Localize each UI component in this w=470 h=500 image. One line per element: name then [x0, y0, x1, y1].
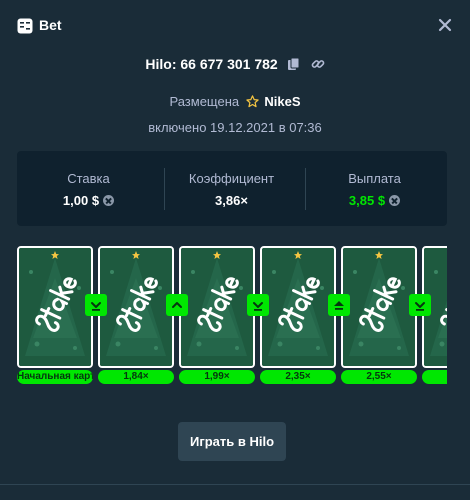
bet-id-row: Hilo: 66 677 301 782	[0, 55, 470, 75]
copy-icon[interactable]	[287, 57, 301, 71]
start-card-label: Начальная карта	[17, 370, 93, 384]
stake-logo-card-art	[343, 248, 415, 366]
multiplier-label: Коэффициент	[188, 171, 275, 186]
card-multiplier: 2,35×	[260, 370, 336, 384]
divider	[0, 484, 470, 485]
star-icon	[246, 95, 259, 108]
card-back	[98, 246, 174, 368]
bet-stats-panel: Ставка 1,00 $ Коэффициент 3,86× Выплата …	[17, 151, 447, 226]
payout-value: 3,85 $	[348, 193, 386, 208]
stake-value: 1,00 $	[62, 193, 100, 208]
payout-stat: Выплата 3,85 $	[303, 151, 446, 226]
guess-higher-or-equal-icon	[328, 294, 350, 316]
guess-higher-icon	[166, 294, 188, 316]
card-history-row: Начальная карта 1,84× 1,99× 2,35× 2,55×	[17, 246, 447, 391]
card-multiplier: 1,99×	[179, 370, 255, 384]
card-multiplier: 2,55×	[341, 370, 417, 384]
card-back	[260, 246, 336, 368]
placed-label: Размещена	[169, 94, 240, 109]
card-back	[341, 246, 417, 368]
card-back	[17, 246, 93, 368]
stake-logo-card-art	[181, 248, 253, 366]
stake-logo-card-art	[19, 248, 91, 366]
stake-logo-card-art	[262, 248, 334, 366]
payout-value-row: 3,85 $	[303, 193, 446, 208]
bet-date: включено 19.12.2021 в 07:36	[148, 120, 322, 135]
payout-label: Выплата	[348, 171, 401, 186]
bet-slip-icon	[17, 18, 33, 34]
bet-id: Hilo: 66 677 301 782	[145, 55, 278, 72]
placed-user[interactable]: NikeS	[264, 94, 300, 109]
modal-header: Bet	[0, 0, 470, 52]
stake-stat: Ставка 1,00 $	[17, 151, 160, 226]
guess-lower-icon	[409, 294, 431, 316]
currency-icon	[389, 195, 401, 206]
link-icon[interactable]	[311, 57, 325, 71]
modal-title: Bet	[39, 17, 62, 33]
guess-lower-icon	[247, 294, 269, 316]
guess-lower-icon	[85, 294, 107, 316]
card-multiplier	[422, 370, 447, 384]
card-back	[179, 246, 255, 368]
multiplier-stat: Коэффициент 3,86×	[160, 151, 303, 226]
currency-icon	[103, 195, 115, 206]
stake-label: Ставка	[67, 171, 110, 186]
close-icon[interactable]	[437, 17, 453, 33]
stake-logo-card-art	[100, 248, 172, 366]
card-multiplier: 1,84×	[98, 370, 174, 384]
multiplier-value: 3,86×	[215, 193, 248, 208]
play-hilo-button[interactable]: Играть в Hilo	[178, 422, 286, 461]
stake-value-row: 1,00 $	[17, 193, 160, 208]
placed-by-row: Размещена NikeS	[0, 94, 470, 109]
